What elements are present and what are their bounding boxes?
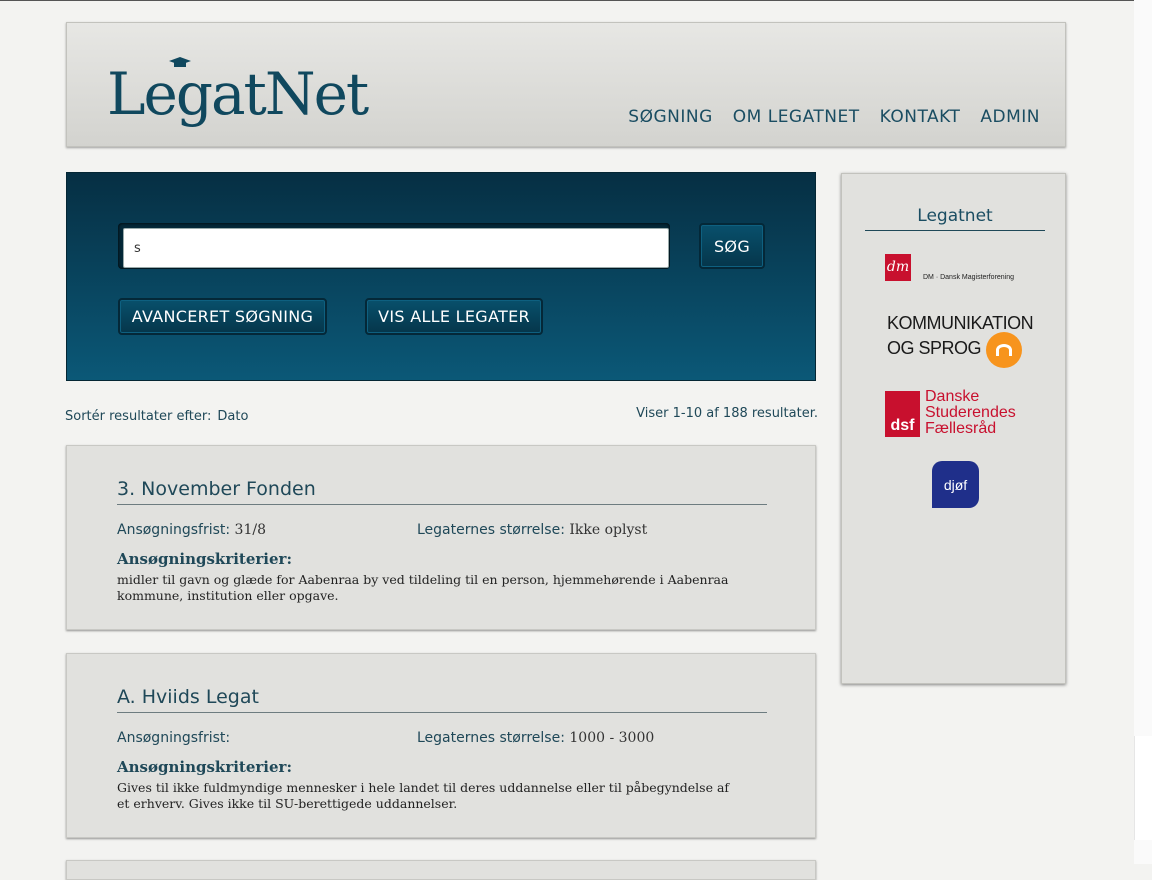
sort-label: Sortér resultater efter: (65, 409, 212, 424)
advanced-search-button[interactable]: AVANCERET SØGNING (118, 298, 327, 335)
ks-orange-icon (986, 332, 1022, 368)
nav-om-legatnet[interactable]: OM LEGATNET (733, 107, 860, 127)
nav-soegning[interactable]: SØGNING (628, 107, 712, 127)
search-input[interactable] (123, 228, 669, 268)
sidebar-title: Legatnet (865, 206, 1045, 231)
graduation-cap-icon (169, 57, 191, 67)
result-card: 3. November Fonden Ansøgningsfrist: 31/8… (66, 445, 816, 630)
sort-control: Sortér resultater efter: Dato (65, 409, 248, 424)
result-title[interactable]: 3. November Fonden (117, 478, 767, 505)
search-box (118, 223, 670, 269)
nav-kontakt[interactable]: KONTAKT (880, 107, 961, 127)
site-header: LegatNet SØGNING OM LEGATNET KONTAKT ADM… (66, 22, 1066, 147)
show-all-button[interactable]: VIS ALLE LEGATER (365, 298, 543, 335)
result-title[interactable]: A. Hviids Legat (117, 686, 767, 713)
top-border (0, 0, 1152, 1)
sort-select[interactable]: Dato (217, 409, 248, 424)
legatnet-logo[interactable]: LegatNet (107, 57, 369, 123)
results-count: Viser 1-10 af 188 resultater. (636, 406, 818, 421)
sidebar: Legatnet dm DM · Dansk Magisterforening … (841, 173, 1066, 684)
right-edge (1134, 0, 1152, 864)
criteria-heading: Ansøgningskriterier: (117, 758, 292, 776)
result-deadline: Ansøgningsfrist: 31/8 (117, 522, 266, 538)
result-size: Legaternes størrelse: Ikke oplyst (417, 522, 648, 538)
result-card: A. Hviids Legat Ansøgningsfrist: Legater… (66, 653, 816, 838)
search-button[interactable]: SØG (699, 223, 765, 269)
search-panel: SØG AVANCERET SØGNING VIS ALLE LEGATER (66, 172, 816, 381)
result-card-partial (66, 860, 816, 880)
criteria-heading: Ansøgningskriterier: (117, 550, 292, 568)
criteria-text: Gives til ikke fuldmyndige mennesker i h… (117, 780, 730, 811)
dm-mark-icon: dm (885, 254, 911, 281)
right-edge-panel (1134, 736, 1152, 840)
result-deadline: Ansøgningsfrist: (117, 730, 231, 746)
nav-admin[interactable]: ADMIN (980, 107, 1040, 127)
criteria-text: midler til gavn og glæde for Aabenraa by… (117, 572, 729, 603)
djof-logo[interactable]: djøf (932, 461, 979, 508)
main-nav: SØGNING OM LEGATNET KONTAKT ADMIN (628, 107, 1040, 127)
dsf-mark-icon: dsf (885, 391, 920, 437)
result-size: Legaternes størrelse: 1000 - 3000 (417, 730, 655, 746)
